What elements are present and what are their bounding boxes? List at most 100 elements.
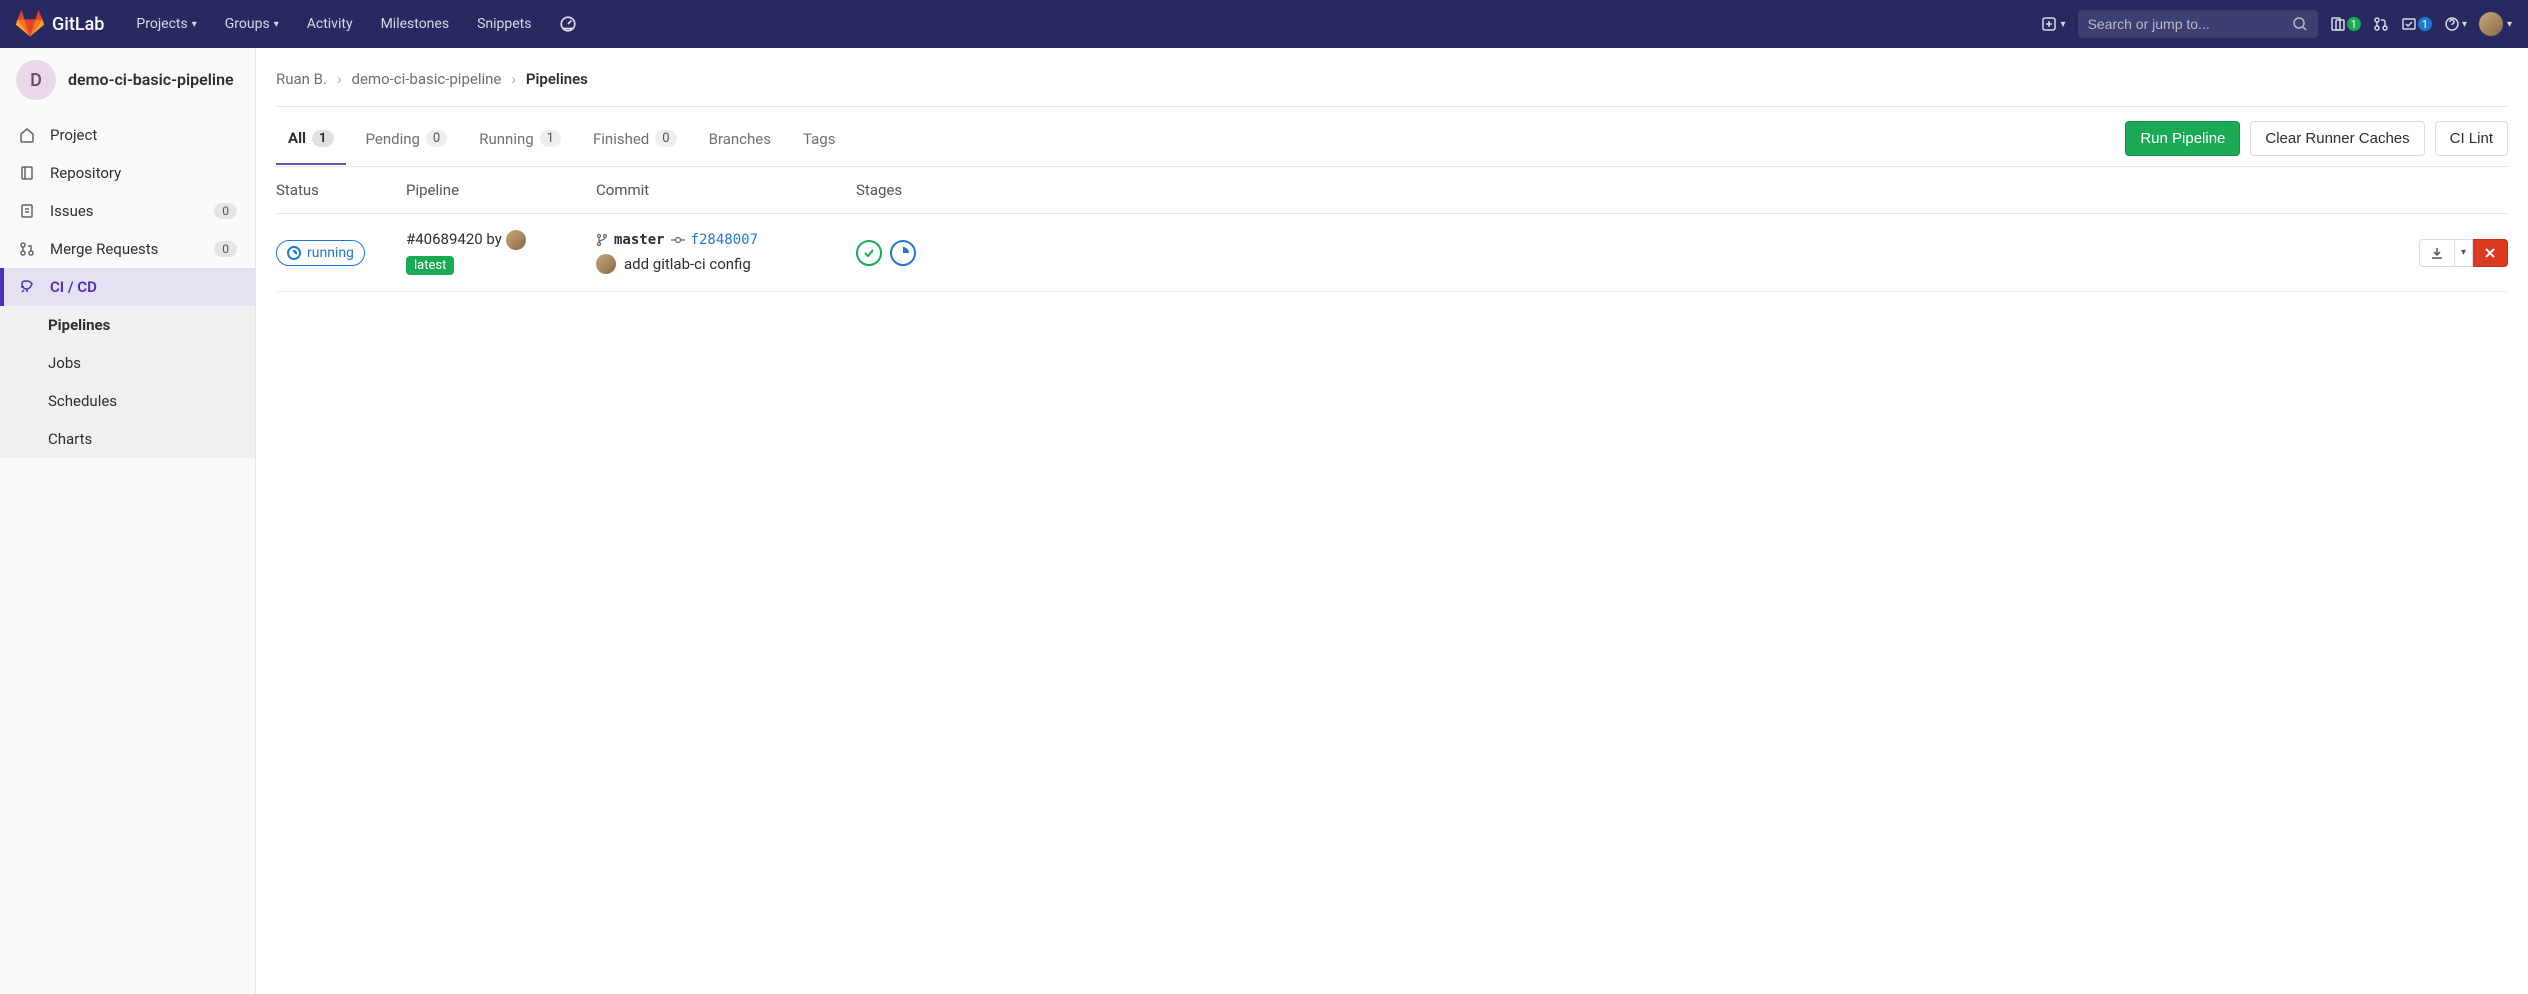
search-input[interactable] — [2088, 16, 2292, 32]
sidebar-item-issues[interactable]: Issues 0 — [0, 192, 255, 230]
stage-running-icon[interactable] — [890, 240, 916, 266]
nav-projects[interactable]: Projects▾ — [124, 8, 208, 40]
nav-milestones[interactable]: Milestones — [369, 8, 462, 40]
nav-dashboard-icon[interactable] — [547, 7, 589, 41]
tab-finished[interactable]: Finished0 — [581, 113, 689, 164]
running-icon — [287, 246, 301, 260]
run-pipeline-button[interactable]: Run Pipeline — [2125, 121, 2240, 156]
chevron-down-icon: ▾ — [2061, 19, 2066, 30]
sidebar-label: Repository — [50, 164, 121, 182]
repository-icon — [18, 164, 36, 182]
sidebar-label: Merge Requests — [50, 240, 158, 258]
header-pipeline: Pipeline — [406, 181, 596, 199]
sidebar-nav: Project Repository Issues 0 Merge Reques… — [0, 112, 255, 462]
todos-badge: 1 — [2418, 17, 2432, 31]
breadcrumb-current: Pipelines — [526, 70, 588, 88]
merge-request-icon — [18, 240, 36, 258]
stage-success-icon[interactable] — [856, 240, 882, 266]
commit-icon — [671, 235, 685, 245]
commit-author-avatar[interactable] — [596, 254, 616, 274]
table-header: Status Pipeline Commit Stages — [276, 167, 2508, 214]
project-name: demo-ci-basic-pipeline — [68, 70, 234, 91]
sidebar-item-project[interactable]: Project — [0, 116, 255, 154]
latest-label: latest — [406, 256, 454, 275]
help-icon[interactable]: ▾ — [2444, 16, 2467, 32]
pipeline-id: #40689420 by — [406, 230, 596, 250]
issues-icon — [18, 202, 36, 220]
cancel-pipeline-button[interactable] — [2473, 239, 2508, 267]
chevron-down-icon: ▾ — [274, 19, 279, 30]
pipeline-id-link[interactable]: #40689420 — [406, 230, 483, 248]
issues-badge: 1 — [2347, 17, 2361, 31]
stages — [856, 240, 2378, 266]
project-header[interactable]: D demo-ci-basic-pipeline — [0, 48, 255, 112]
sidebar-sub-schedules[interactable]: Schedules — [0, 382, 255, 420]
ci-lint-button[interactable]: CI Lint — [2435, 121, 2508, 156]
user-menu[interactable]: ▾ — [2479, 12, 2512, 36]
rocket-icon — [18, 278, 36, 296]
tabs-row: All1 Pending0 Running1 Finished0 Branche… — [276, 111, 2508, 167]
cicd-submenu: Pipelines Jobs Schedules Charts — [0, 306, 255, 458]
navbar-right: ▾ 1 1 ▾ ▾ — [2041, 10, 2512, 38]
commit-sha[interactable]: f2848007 — [691, 232, 758, 248]
nav-snippets[interactable]: Snippets — [465, 8, 543, 40]
sidebar-sub-jobs[interactable]: Jobs — [0, 344, 255, 382]
todos-icon[interactable]: 1 — [2401, 16, 2432, 32]
merge-requests-icon[interactable] — [2373, 16, 2389, 32]
pipeline-table: Status Pipeline Commit Stages running #4… — [276, 167, 2508, 292]
header-status: Status — [276, 181, 406, 199]
mr-count: 0 — [214, 241, 237, 257]
sidebar: D demo-ci-basic-pipeline Project Reposit… — [0, 48, 256, 994]
sidebar-label: Project — [50, 126, 97, 144]
tab-branches[interactable]: Branches — [697, 113, 783, 164]
clear-caches-button[interactable]: Clear Runner Caches — [2250, 121, 2424, 156]
branch-icon — [596, 233, 608, 247]
chevron-down-icon: ▾ — [2462, 19, 2467, 30]
nav-activity[interactable]: Activity — [295, 8, 365, 40]
branch-name[interactable]: master — [614, 232, 665, 248]
search-box[interactable] — [2078, 10, 2318, 38]
gitlab-logo[interactable]: GitLab — [16, 10, 104, 38]
sidebar-label: CI / CD — [50, 278, 97, 296]
brand-text: GitLab — [52, 14, 104, 35]
main-content: Ruan B. › demo-ci-basic-pipeline › Pipel… — [256, 48, 2528, 994]
pipeline-tabs: All1 Pending0 Running1 Finished0 Branche… — [276, 113, 847, 164]
tab-all[interactable]: All1 — [276, 113, 346, 165]
tab-pending[interactable]: Pending0 — [354, 113, 460, 164]
close-icon — [2483, 246, 2497, 260]
chevron-down-icon: ▾ — [2507, 19, 2512, 30]
avatar-icon — [2479, 12, 2503, 36]
search-icon — [2292, 16, 2308, 32]
navbar-left: GitLab Projects▾ Groups▾ Activity Milest… — [16, 7, 589, 41]
author-avatar[interactable] — [506, 230, 526, 250]
breadcrumb-project[interactable]: demo-ci-basic-pipeline — [352, 70, 502, 88]
tab-running[interactable]: Running1 — [467, 113, 573, 164]
sidebar-item-repository[interactable]: Repository — [0, 154, 255, 192]
commit-message: add gitlab-ci config — [624, 255, 751, 273]
plus-dropdown[interactable]: ▾ — [2041, 16, 2066, 32]
download-artifacts-button[interactable] — [2419, 239, 2455, 267]
issues-icon[interactable]: 1 — [2330, 16, 2361, 32]
header-stages: Stages — [856, 181, 2378, 199]
pipeline-row: running #40689420 by latest master — [276, 214, 2508, 292]
commit-message-row: add gitlab-ci config — [596, 254, 856, 274]
chevron-right-icon: › — [337, 70, 342, 88]
sidebar-sub-charts[interactable]: Charts — [0, 420, 255, 458]
chevron-down-icon: ▾ — [2461, 247, 2466, 258]
chevron-right-icon: › — [511, 70, 516, 88]
artifacts-dropdown[interactable]: ▾ — [2455, 239, 2473, 267]
nav-groups[interactable]: Groups▾ — [213, 8, 291, 40]
top-navbar: GitLab Projects▾ Groups▾ Activity Milest… — [0, 0, 2528, 48]
sidebar-sub-pipelines[interactable]: Pipelines — [0, 306, 255, 344]
status-badge-running[interactable]: running — [276, 240, 365, 266]
commit-ref: master f2848007 — [596, 232, 856, 248]
pipeline-actions: Run Pipeline Clear Runner Caches CI Lint — [2125, 111, 2508, 166]
breadcrumb: Ruan B. › demo-ci-basic-pipeline › Pipel… — [276, 64, 2508, 107]
chevron-down-icon: ▾ — [192, 19, 197, 30]
gitlab-icon — [16, 10, 44, 38]
sidebar-label: Issues — [50, 202, 94, 220]
breadcrumb-user[interactable]: Ruan B. — [276, 70, 327, 88]
sidebar-item-merge-requests[interactable]: Merge Requests 0 — [0, 230, 255, 268]
sidebar-item-cicd[interactable]: CI / CD — [0, 268, 255, 306]
tab-tags[interactable]: Tags — [791, 113, 847, 164]
